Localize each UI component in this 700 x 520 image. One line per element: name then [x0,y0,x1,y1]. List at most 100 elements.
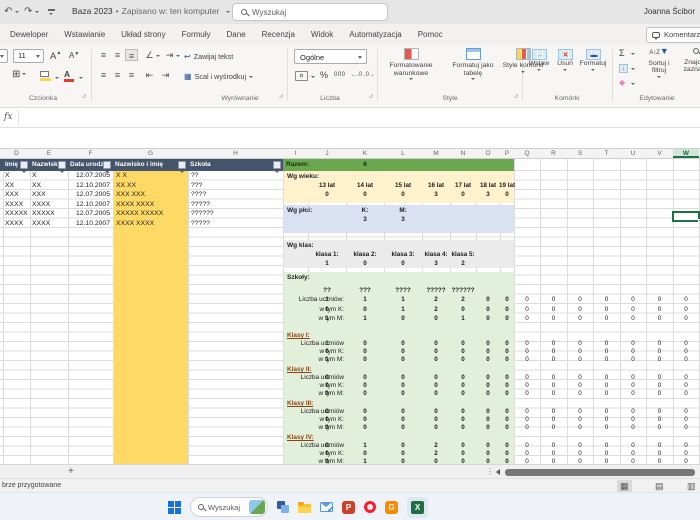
qat-customize-chevron-icon[interactable] [49,13,53,15]
font-color-chevron-icon[interactable] [79,77,83,79]
cell-first-name[interactable]: X [5,171,10,181]
cell-birth-date[interactable]: 12.10.2007 [68,181,110,191]
column-header-G[interactable]: G [113,149,188,158]
clear-icon[interactable]: ◆ [619,78,625,87]
cell-first-name[interactable]: XX [5,181,14,191]
cell-school[interactable]: ???? [191,190,206,200]
cell-birth-date[interactable]: 12.07.2005 [68,171,110,181]
cell-first-name[interactable]: XXX [5,190,19,200]
column-header-D[interactable]: D [3,149,30,158]
insert-cells-button[interactable]: ←Wstaw [526,49,552,71]
cell-birth-date[interactable]: 12.07.2005 [68,209,110,219]
column-header-J[interactable]: J [308,149,346,158]
taskbar-start-icon[interactable] [168,501,181,514]
summary-cell[interactable]: 0 [670,348,700,356]
undo-icon[interactable]: ↶ [4,4,12,19]
filter-button[interactable] [103,161,111,169]
cell-school[interactable]: ????? [191,219,210,229]
taskbar-search-icon[interactable]: Wyszukaj [190,497,268,517]
font-dialog-launcher-icon[interactable]: ◿ [82,93,86,99]
summary-cell[interactable]: 0 [497,190,517,199]
column-header-U[interactable]: U [620,149,646,158]
summary-cell[interactable]: 0 [670,424,700,432]
filter-button[interactable] [178,161,186,169]
column-header-N[interactable]: N [450,149,476,158]
cell-last-name[interactable]: XXXXX [32,209,55,219]
font-color-icon[interactable]: A [64,69,74,82]
autosum-chevron-icon[interactable] [631,53,635,55]
search-daily-image[interactable] [249,500,265,514]
text-direction-icon[interactable]: ⇥ [163,49,176,61]
fill-icon[interactable]: ↓ [619,64,628,73]
cell-last-name[interactable]: XXX [32,190,46,200]
font-size-box[interactable]: 11 [13,49,44,63]
taskbar-excel-icon[interactable]: X [407,497,428,518]
align-middle-icon[interactable]: ≡ [111,49,124,61]
title-chevron-icon[interactable] [226,11,230,13]
cell-last-name[interactable]: XXXX [32,200,50,210]
column-header-E[interactable]: E [30,149,68,158]
align-top-icon[interactable]: ≡ [97,49,110,61]
summary-cell[interactable]: 0 [670,305,700,314]
conditional-formatting-button[interactable]: Formatowanie warunkowe [380,48,442,80]
summary-cell[interactable]: 0 [670,314,700,323]
summary-cell[interactable]: 19 lat [497,181,517,190]
taskbar-opera-icon[interactable] [364,501,376,513]
summary-cell[interactable]: 0 [670,416,700,424]
column-header-L[interactable]: L [384,149,422,158]
cell-last-name[interactable]: XX [32,181,41,191]
taskbar-mail-icon[interactable] [320,502,333,512]
cell-first-name[interactable]: XXXX [5,200,23,210]
number-format-select[interactable]: Ogólne [294,49,367,64]
summary-cell[interactable]: 2 [447,259,479,268]
ribbon-tab-deweloper[interactable]: Deweloper [2,30,56,39]
increase-font-size-icon[interactable]: A▲ [50,50,61,62]
view-page-break-icon[interactable]: ▥ [684,480,699,492]
ribbon-tab-wstawianie[interactable]: Wstawianie [56,30,113,39]
summary-cell[interactable]: 0 [670,450,700,458]
cell-first-name[interactable]: XXXXX [5,209,28,219]
cell-first-name[interactable]: XXXX [5,219,23,229]
delete-cells-button[interactable]: ✕Usuń [552,49,578,71]
cell-full-name[interactable]: XXXXX XXXXX [116,209,163,219]
column-header-Q[interactable]: Q [514,149,540,158]
align-center-icon[interactable]: ≡ [111,69,124,81]
cell-school[interactable]: ????? [191,200,210,210]
scrollbar-splitter[interactable]: ⋮ [486,467,494,476]
styles-dialog-launcher-icon[interactable]: ◿ [514,93,518,99]
column-header-K[interactable]: K [346,149,384,158]
cell-birth-date[interactable]: 12.10.2007 [68,219,110,229]
align-right-icon[interactable]: ≡ [125,69,138,81]
font-name-box[interactable] [0,49,8,63]
taskbar-file-explorer-icon[interactable] [298,504,311,513]
borders-icon[interactable]: ⊞ [12,69,26,80]
cell-school[interactable]: ??? [191,181,202,191]
summary-cell[interactable]: 0 [670,382,700,390]
taskbar-gg-icon[interactable]: G [385,501,398,514]
horizontal-scrollbar-thumb[interactable] [505,469,695,476]
column-header-I[interactable]: I [283,149,308,158]
cell-school[interactable]: ?? [191,171,199,181]
currency-format-icon[interactable]: ¤ [295,71,308,81]
alignment-dialog-launcher-icon[interactable]: ◿ [279,93,283,99]
decrease-decimal-icon[interactable]: .0→ [364,72,375,78]
orientation-icon[interactable]: ∠ [143,49,156,61]
title-search-box[interactable]: Wyszukaj [232,3,388,21]
decrease-font-size-icon[interactable]: A▼ [69,51,79,60]
user-name[interactable]: Joanna Ścibor [644,7,695,16]
view-page-layout-icon[interactable]: ▤ [652,480,667,492]
decrease-indent-icon[interactable]: ⇤ [143,69,156,81]
column-header-S[interactable]: S [567,149,593,158]
text-direction-chevron-icon[interactable] [176,55,180,57]
redo-icon[interactable]: ↷ [24,4,32,19]
ribbon-tab-widok[interactable]: Widok [303,30,341,39]
merge-center-button[interactable]: ▦Scal i wyśrodkuj [184,72,253,81]
cell-grid[interactable]: ImięNazwiskoData urodzeniaNazwisko i imi… [0,159,700,464]
cell-full-name[interactable]: XXX XXX [116,190,145,200]
summary-cell[interactable]: 0 [670,295,700,304]
cell-school[interactable]: ?????? [191,209,214,219]
ribbon-tab-dane[interactable]: Dane [219,30,254,39]
cell-full-name[interactable]: X X [116,171,127,181]
summary-cell[interactable]: 0 [670,390,700,398]
document-title[interactable]: Baza 2023•Zapisano w: ten komputer [72,6,230,16]
